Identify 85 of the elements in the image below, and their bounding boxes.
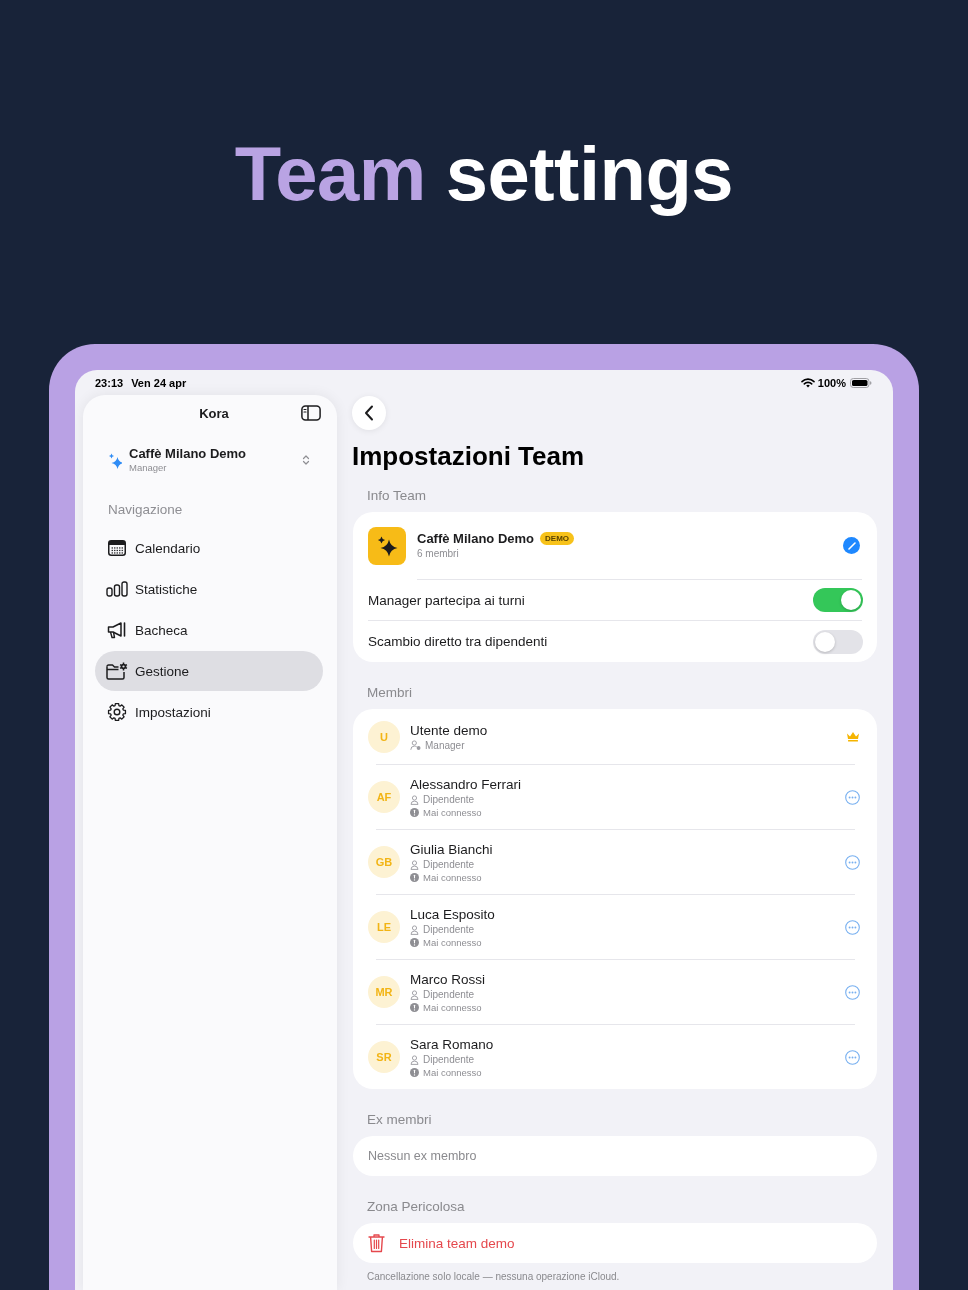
toggle-switch[interactable] xyxy=(813,629,863,654)
member-name: Utente demo xyxy=(410,721,489,739)
team-role: Manager xyxy=(129,462,168,474)
setting-label: Scambio diretto tra dipendenti xyxy=(368,634,548,649)
headline-text: settings xyxy=(445,130,734,218)
exclamation-icon xyxy=(410,1067,419,1077)
person-icon xyxy=(410,794,419,805)
member-role: Manager xyxy=(425,739,465,751)
battery-percentage: 100% xyxy=(817,376,846,389)
more-icon[interactable] xyxy=(845,854,860,870)
person-icon xyxy=(410,1054,419,1065)
demo-badge: DEMO xyxy=(540,532,574,545)
member-avatar: AF xyxy=(368,781,400,813)
member-role: Dipendente xyxy=(423,794,475,805)
trash-icon xyxy=(368,1233,385,1253)
pencil-icon xyxy=(847,541,856,550)
section-header: Navigazione xyxy=(107,501,184,519)
member-status: Mai connesso xyxy=(423,936,482,948)
nav-item[interactable]: Statistiche xyxy=(95,569,323,609)
section-header: Membri xyxy=(366,684,413,701)
member-count: 6 membri xyxy=(417,547,460,561)
sparkle-icon xyxy=(108,451,122,469)
page-title: Impostazioni Team xyxy=(352,441,586,471)
folder-gear-icon xyxy=(106,662,128,680)
member-status: Mai connesso xyxy=(423,1066,482,1078)
person-icon xyxy=(410,859,419,870)
footnote-text: Cancellazione solo locale — nessuna operazione iCloud. xyxy=(366,1271,621,1283)
member-avatar: MR xyxy=(368,976,400,1008)
member-name: Marco Rossi xyxy=(410,971,486,988)
headline-keyword: Team xyxy=(234,130,426,218)
app-title: Kora xyxy=(199,405,229,421)
more-icon[interactable] xyxy=(845,919,860,935)
person-icon xyxy=(410,924,419,935)
more-icon[interactable] xyxy=(845,789,860,805)
battery-icon xyxy=(850,377,872,388)
person-badge-icon xyxy=(410,740,421,750)
member-status: Mai connesso xyxy=(423,1001,482,1013)
setting-label: Manager partecipa ai turni xyxy=(368,592,525,608)
member-status: Mai connesso xyxy=(423,871,482,883)
exclamation-icon xyxy=(410,872,419,882)
person-icon xyxy=(410,989,419,1000)
member-role: Dipendente xyxy=(423,1054,475,1065)
bar-chart-icon xyxy=(106,581,128,597)
section-header: Zona Pericolosa xyxy=(366,1198,466,1215)
empty-state-text: Nessun ex membro xyxy=(368,1149,477,1163)
section-header: Ex membri xyxy=(366,1111,433,1128)
gear-icon xyxy=(107,702,127,722)
member-name: Sara Romano xyxy=(410,1036,495,1053)
exclamation-icon xyxy=(410,1002,419,1012)
member-avatar: U xyxy=(368,720,400,753)
team-name: Caffè Milano Demo xyxy=(417,530,534,547)
nav-item[interactable]: Bacheca xyxy=(95,610,323,650)
more-icon[interactable] xyxy=(845,984,860,1000)
toggle-switch[interactable] xyxy=(813,588,863,612)
status-time: 23:13 xyxy=(95,376,124,389)
wifi-icon xyxy=(800,377,815,388)
more-icon[interactable] xyxy=(845,1049,860,1065)
member-role: Dipendente xyxy=(423,924,475,935)
team-logo-icon xyxy=(368,526,406,565)
nav-item[interactable]: Impostazioni xyxy=(95,692,323,732)
nav-item[interactable]: Calendario xyxy=(95,528,323,568)
member-name: Luca Esposito xyxy=(410,906,496,923)
edit-button[interactable] xyxy=(843,537,860,554)
member-name: Giulia Bianchi xyxy=(410,841,494,858)
member-avatar: LE xyxy=(368,911,400,943)
sidebar-toggle-icon[interactable] xyxy=(301,405,321,421)
exclamation-icon xyxy=(410,937,419,947)
team-name: Caffè Milano Demo xyxy=(129,446,247,462)
member-status: Mai connesso xyxy=(423,806,482,818)
member-avatar: GB xyxy=(368,846,400,878)
member-avatar: SR xyxy=(368,1041,400,1073)
member-name: Alessandro Ferrari xyxy=(410,776,523,793)
megaphone-icon xyxy=(107,621,127,639)
section-header: Info Team xyxy=(366,487,428,504)
member-role: Dipendente xyxy=(423,989,475,1000)
calendar-icon xyxy=(108,540,126,556)
status-date: Ven 24 apr xyxy=(131,376,187,389)
back-button[interactable] xyxy=(352,396,386,430)
chevron-left-icon xyxy=(364,405,374,421)
chevron-up-down-icon[interactable] xyxy=(302,454,310,466)
exclamation-icon xyxy=(410,807,419,817)
member-role: Dipendente xyxy=(423,859,475,870)
crown-icon xyxy=(846,731,860,742)
nav-item[interactable]: Gestione xyxy=(95,651,323,691)
delete-team-button[interactable]: Elimina team demo xyxy=(353,1223,877,1263)
